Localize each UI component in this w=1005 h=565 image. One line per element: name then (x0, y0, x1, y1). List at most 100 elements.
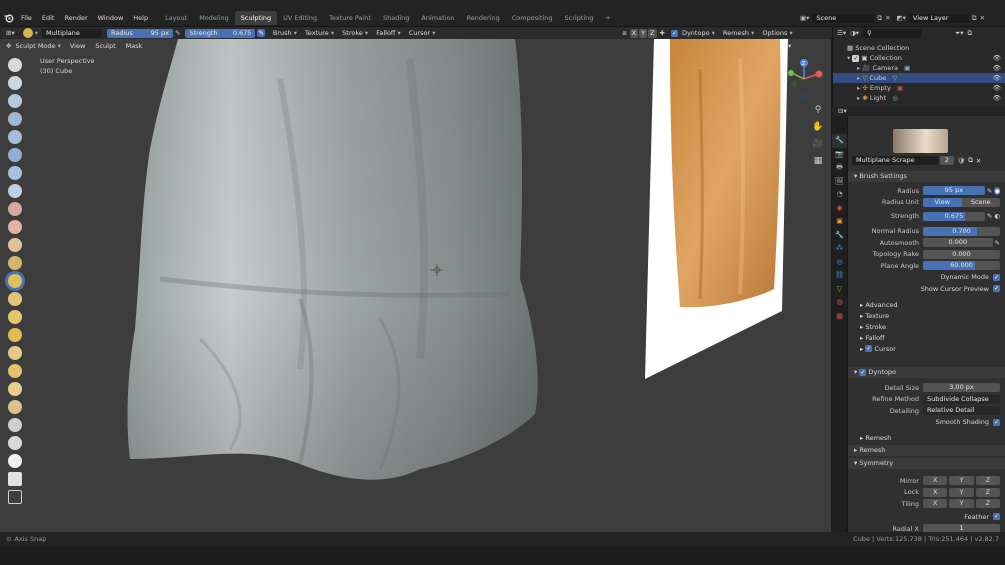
remesh-subpanel[interactable]: ▸ Remesh (848, 433, 1005, 444)
blender-logo-icon[interactable] (4, 13, 14, 23)
mask-tool-icon[interactable] (8, 454, 22, 468)
box-mask-tool-icon[interactable] (8, 472, 22, 486)
scene-tab-icon[interactable]: ◔ (832, 188, 847, 202)
menu-file[interactable]: File (16, 14, 37, 22)
subpanel-texture[interactable]: ▸ Texture (854, 311, 1005, 322)
multiplane-scrape-tool-icon[interactable] (8, 274, 22, 288)
tiling-z-button[interactable]: Z (975, 499, 1000, 508)
mirror-z-button[interactable]: Z (975, 476, 1000, 485)
symmetry-header[interactable]: ▾ Symmetry (848, 458, 1005, 469)
dynamic-mode-checkbox[interactable]: ✓ (993, 273, 1000, 281)
brush-preview-thumbnail[interactable] (893, 129, 948, 153)
view-layer-field[interactable]: View Layer (908, 13, 969, 23)
grab-tool-icon[interactable] (8, 310, 22, 324)
strength-pressure-icon[interactable]: ✎ (257, 29, 265, 37)
tiling-x-button[interactable]: X (923, 499, 948, 508)
clay-strips-tool-icon[interactable] (8, 112, 22, 126)
clay-tool-icon[interactable] (8, 94, 22, 108)
outliner-item-camera[interactable]: ▸ 🎥 Camera ▣ 👁 (833, 63, 1005, 73)
radius-unit-view-button[interactable]: View (923, 197, 962, 207)
texture-dropdown[interactable]: Texture (301, 29, 338, 37)
simplify-tool-icon[interactable] (8, 436, 22, 450)
material-tab-icon[interactable]: ◍ (832, 296, 847, 310)
filter-icon[interactable]: ⏷▾ (955, 29, 963, 38)
brush-list-icon[interactable]: ▾ (35, 29, 38, 37)
brush-settings-header[interactable]: ▾ Brush Settings (848, 171, 1005, 182)
scene-collection-row[interactable]: ▦ Scene Collection (833, 43, 1005, 53)
view-layer-tab-icon[interactable]: 🖼 (832, 175, 847, 189)
tab-texture-paint[interactable]: Texture Paint (323, 11, 377, 25)
lock-y-button[interactable]: Y (949, 487, 974, 497)
mirror-y-button[interactable]: Y (949, 476, 974, 485)
crease-tool-icon[interactable] (8, 184, 22, 198)
elastic-deform-tool-icon[interactable] (8, 328, 22, 342)
strength-prop-pressure-icon[interactable]: ✎ (987, 212, 992, 220)
tool-tab-icon[interactable]: 🔧 (832, 134, 847, 148)
close-layer-icon[interactable]: ✕ (980, 14, 985, 22)
collection-row[interactable]: ▾ ✓ ▣ Collection 👁 (833, 53, 1005, 63)
feather-checkbox[interactable]: ✓ (993, 513, 1000, 520)
mirror-x-button[interactable]: X (923, 476, 948, 485)
autosmooth-slider[interactable]: 0.000 (923, 238, 993, 247)
tab-uv-editing[interactable]: UV Editing (277, 11, 323, 25)
duplicate-brush-icon[interactable]: ⧉ (968, 156, 973, 165)
plane-angle-slider[interactable]: 60.000 (923, 261, 1000, 270)
object-tab-icon[interactable]: ▣ (832, 215, 847, 229)
draw-sharp-tool-icon[interactable] (8, 76, 22, 90)
cursor-preview-checkbox[interactable]: ✓ (993, 285, 1000, 292)
pinch-tool-icon[interactable] (8, 292, 22, 306)
dyntopo-dropdown[interactable]: Dyntopo (678, 29, 719, 37)
normal-radius-slider[interactable]: 0.700 (923, 226, 1000, 236)
modifier-tab-icon[interactable]: 🔧 (832, 229, 847, 243)
radius-pressure-icon[interactable]: ✎ (987, 187, 992, 195)
annotate-tool-icon[interactable] (8, 490, 22, 504)
lock-z-button[interactable]: Z (975, 487, 1000, 497)
brush-dropdown[interactable]: Brush (269, 29, 301, 37)
falloff-dropdown[interactable]: Falloff (372, 29, 405, 37)
eye-icon[interactable]: 👁 (993, 63, 1001, 73)
tab-shading[interactable]: Shading (377, 11, 415, 25)
brush-datablock-name[interactable]: Multiplane Scrape (852, 156, 938, 165)
display-mode-icon[interactable]: ◑▾ (850, 29, 859, 37)
inflate-tool-icon[interactable] (8, 148, 22, 162)
strength-field[interactable]: Strength 0.675 (185, 28, 256, 38)
axis-z-button[interactable]: Z (648, 28, 657, 38)
perspective-grid-icon[interactable]: ▦ (811, 153, 825, 170)
detailing-select[interactable]: Relative Detail (923, 406, 1000, 415)
particles-tab-icon[interactable]: ⁂ (832, 242, 847, 256)
menu-window[interactable]: Window (93, 14, 129, 22)
eye-icon[interactable]: 👁 (993, 73, 1001, 83)
3d-viewport[interactable]: ✥ Sculpt Mode View Sculpt Mask 👁▾ ✣▾ ◎▾ … (0, 39, 831, 532)
flatten-tool-icon[interactable] (8, 220, 22, 234)
dyntopo-checkbox[interactable]: ✓ (670, 29, 678, 37)
gizmo-y-axis[interactable] (788, 70, 794, 76)
physics-tab-icon[interactable]: ◎ (832, 256, 847, 270)
autosmooth-pressure-icon[interactable]: ✎ (995, 239, 1000, 247)
add-workspace-button[interactable]: + (599, 11, 616, 25)
smooth-shading-checkbox[interactable]: ✓ (993, 418, 1000, 426)
outliner-item-cube[interactable]: ▸ ▽ Cube ▽ 👁 (833, 73, 1005, 83)
layer-tool-icon[interactable] (8, 130, 22, 144)
texture-tab-icon[interactable]: ▦ (832, 310, 847, 324)
reference-image-plane[interactable] (640, 39, 790, 384)
menu-render[interactable]: Render (59, 14, 92, 22)
outliner-item-light[interactable]: ▸ ✺ Light ◎ 👁 (833, 93, 1005, 103)
outliner-search-input[interactable]: ⚲ (863, 28, 922, 38)
draw-tool-icon[interactable] (8, 58, 22, 72)
refine-method-select[interactable]: Subdivide Collapse (923, 394, 1000, 404)
dyntopo-header[interactable]: ▾ ✓ Dyntopo (848, 367, 1005, 378)
topology-rake-slider[interactable]: 0.000 (923, 249, 1000, 259)
close-icon[interactable]: ✕ (885, 14, 890, 22)
axis-y-button[interactable]: Y (639, 28, 648, 38)
strength-prop-slider[interactable]: 0.675 (923, 211, 985, 221)
brush-name-field[interactable]: Multiplane Scrape (41, 28, 102, 46)
world-tab-icon[interactable]: ◉ (832, 202, 847, 216)
data-tab-icon[interactable]: ▽ (832, 283, 847, 297)
tab-modeling[interactable]: Modeling (193, 11, 235, 25)
stroke-dropdown[interactable]: Stroke (338, 29, 372, 37)
tab-sculpting[interactable]: Sculpting (234, 11, 278, 25)
radius-prop-field[interactable]: 95 px (923, 186, 985, 195)
tab-compositing[interactable]: Compositing (506, 11, 559, 25)
menu-edit[interactable]: Edit (37, 14, 60, 22)
remesh-header[interactable]: ▸ Remesh (848, 445, 1005, 456)
